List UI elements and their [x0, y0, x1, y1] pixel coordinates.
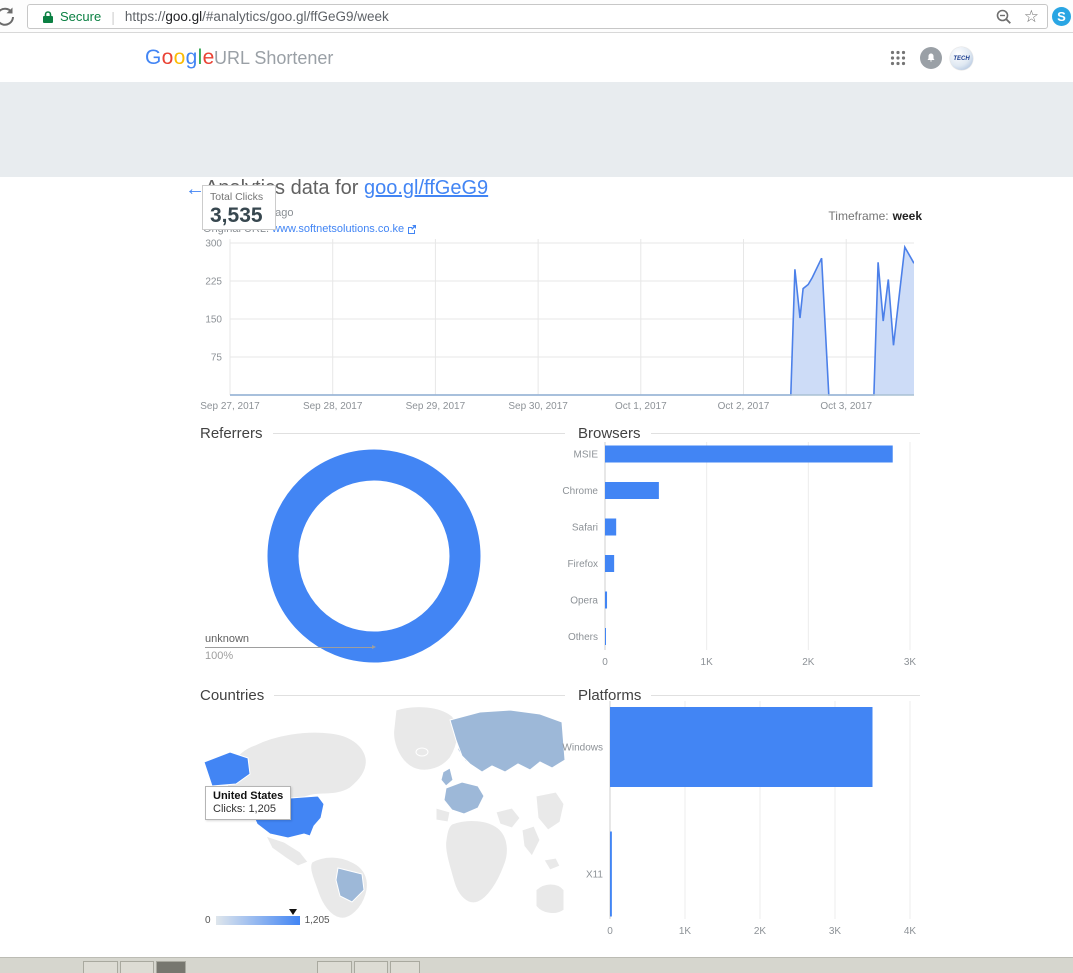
timeframe-value[interactable]: week [893, 209, 922, 223]
map-india [522, 826, 540, 856]
referrers-callout: unknown 100% [205, 633, 373, 662]
svg-text:X11: X11 [586, 870, 603, 881]
legend-marker-icon [289, 909, 297, 915]
taskbar-button[interactable] [83, 961, 118, 973]
svg-text:2K: 2K [802, 657, 815, 668]
timeframe-row: Timeframe:week [700, 209, 922, 223]
google-logo[interactable]: Google [145, 46, 215, 70]
legend-gradient-bar [216, 916, 300, 925]
map-middle-east [496, 808, 520, 828]
product-name: URL Shortener [214, 48, 333, 69]
taskbar-button[interactable] [354, 961, 388, 973]
svg-text:Opera: Opera [570, 596, 598, 607]
svg-text:Windows: Windows [562, 743, 603, 754]
lock-icon[interactable] [42, 10, 54, 24]
secure-label: Secure [60, 9, 101, 24]
svg-text:3K: 3K [829, 926, 842, 937]
legend-min: 0 [205, 915, 211, 926]
svg-text:0: 0 [607, 926, 613, 937]
svg-text:MSIE: MSIE [574, 450, 599, 461]
taskbar-button[interactable] [390, 961, 420, 973]
svg-text:300: 300 [205, 239, 222, 250]
original-url-link[interactable]: www.softnetsolutions.co.ke [272, 223, 404, 235]
svg-text:75: 75 [211, 353, 223, 364]
svg-text:3K: 3K [904, 657, 917, 668]
svg-text:150: 150 [205, 315, 222, 326]
zoom-icon[interactable] [996, 9, 1012, 25]
svg-text:Chrome: Chrome [562, 486, 598, 497]
star-icon[interactable]: ☆ [1024, 8, 1039, 25]
callout-line [205, 647, 373, 648]
map-spain [436, 808, 450, 822]
svg-text:225: 225 [205, 277, 222, 288]
taskbar-button[interactable] [120, 961, 154, 973]
svg-text:Others: Others [568, 632, 598, 643]
map-russia [450, 710, 565, 772]
map-europe [444, 782, 484, 814]
taskbar-button[interactable] [317, 961, 352, 973]
url-text[interactable]: https://goo.gl/#analytics/goo.gl/ffGeG9/… [125, 9, 988, 24]
address-bar[interactable]: Secure | https://goo.gl/#analytics/goo.g… [27, 4, 1048, 29]
svg-text:1K: 1K [701, 657, 714, 668]
short-link[interactable]: goo.gl/ffGeG9 [364, 177, 488, 199]
browsers-bar-chart: 0 1K 2K 3K MSIE Chrome Safari Firefox Opera Other… [560, 438, 950, 678]
svg-text:Oct 3, 2017: Oct 3, 2017 [820, 401, 872, 412]
svg-text:Sep 28, 2017: Sep 28, 2017 [303, 401, 363, 412]
browser-window: { "browser_chrome": { "security_label": … [0, 0, 1073, 973]
total-clicks-value: 3,535 [210, 204, 275, 228]
clicks-timeline-chart: 75 150 225 300 Sep 27, 2017 Sep 28, 2017 Sep 2… [200, 235, 914, 415]
referrer-percent: 100% [205, 650, 373, 662]
map-mexico [266, 836, 308, 866]
svg-text:2K: 2K [754, 926, 767, 937]
svg-text:Safari: Safari [572, 523, 598, 534]
svg-text:Firefox: Firefox [567, 559, 598, 570]
svg-text:Sep 29, 2017: Sep 29, 2017 [406, 401, 466, 412]
referrer-label: unknown [205, 633, 373, 645]
browser-toolbar: Secure | https://goo.gl/#analytics/goo.g… [0, 0, 1073, 33]
svg-text:Oct 1, 2017: Oct 1, 2017 [615, 401, 667, 412]
svg-text:Sep 27, 2017: Sep 27, 2017 [200, 401, 260, 412]
skype-icon[interactable]: S [1052, 7, 1071, 26]
map-uk [441, 768, 453, 786]
map-legend: 0 1,205 [205, 915, 330, 926]
map-iceland [416, 748, 428, 756]
os-taskbar[interactable] [0, 957, 1073, 973]
svg-text:Oct 2, 2017: Oct 2, 2017 [718, 401, 770, 412]
map-africa [446, 821, 508, 903]
map-tooltip: United States Clicks: 1,205 [205, 786, 291, 820]
svg-text:Sep 30, 2017: Sep 30, 2017 [508, 401, 568, 412]
svg-text:1K: 1K [679, 926, 692, 937]
tooltip-country: United States [213, 790, 283, 802]
analytics-banner: ← Analytics data for goo.gl/ffGeG9 Creat… [0, 82, 1073, 177]
legend-max: 1,205 [305, 915, 330, 926]
notifications-bell-icon[interactable] [920, 47, 942, 69]
total-clicks-box: Total Clicks 3,535 [202, 185, 276, 230]
reload-icon[interactable] [0, 6, 16, 28]
taskbar-button-active[interactable] [156, 961, 186, 973]
map-greenland [394, 707, 458, 771]
url-divider: | [111, 9, 115, 25]
app-header: Google URL Shortener TECH [0, 34, 1073, 82]
account-avatar[interactable]: TECH [950, 47, 973, 70]
svg-text:0: 0 [602, 657, 608, 668]
platforms-bar-chart: 0 1K 2K 3K 4K Windows X11 [560, 697, 950, 945]
map-se-asia [544, 858, 560, 870]
tooltip-clicks: Clicks: 1,205 [213, 803, 283, 815]
apps-grid-icon[interactable] [890, 50, 906, 71]
svg-text:4K: 4K [904, 926, 917, 937]
total-clicks-label: Total Clicks [210, 191, 275, 203]
